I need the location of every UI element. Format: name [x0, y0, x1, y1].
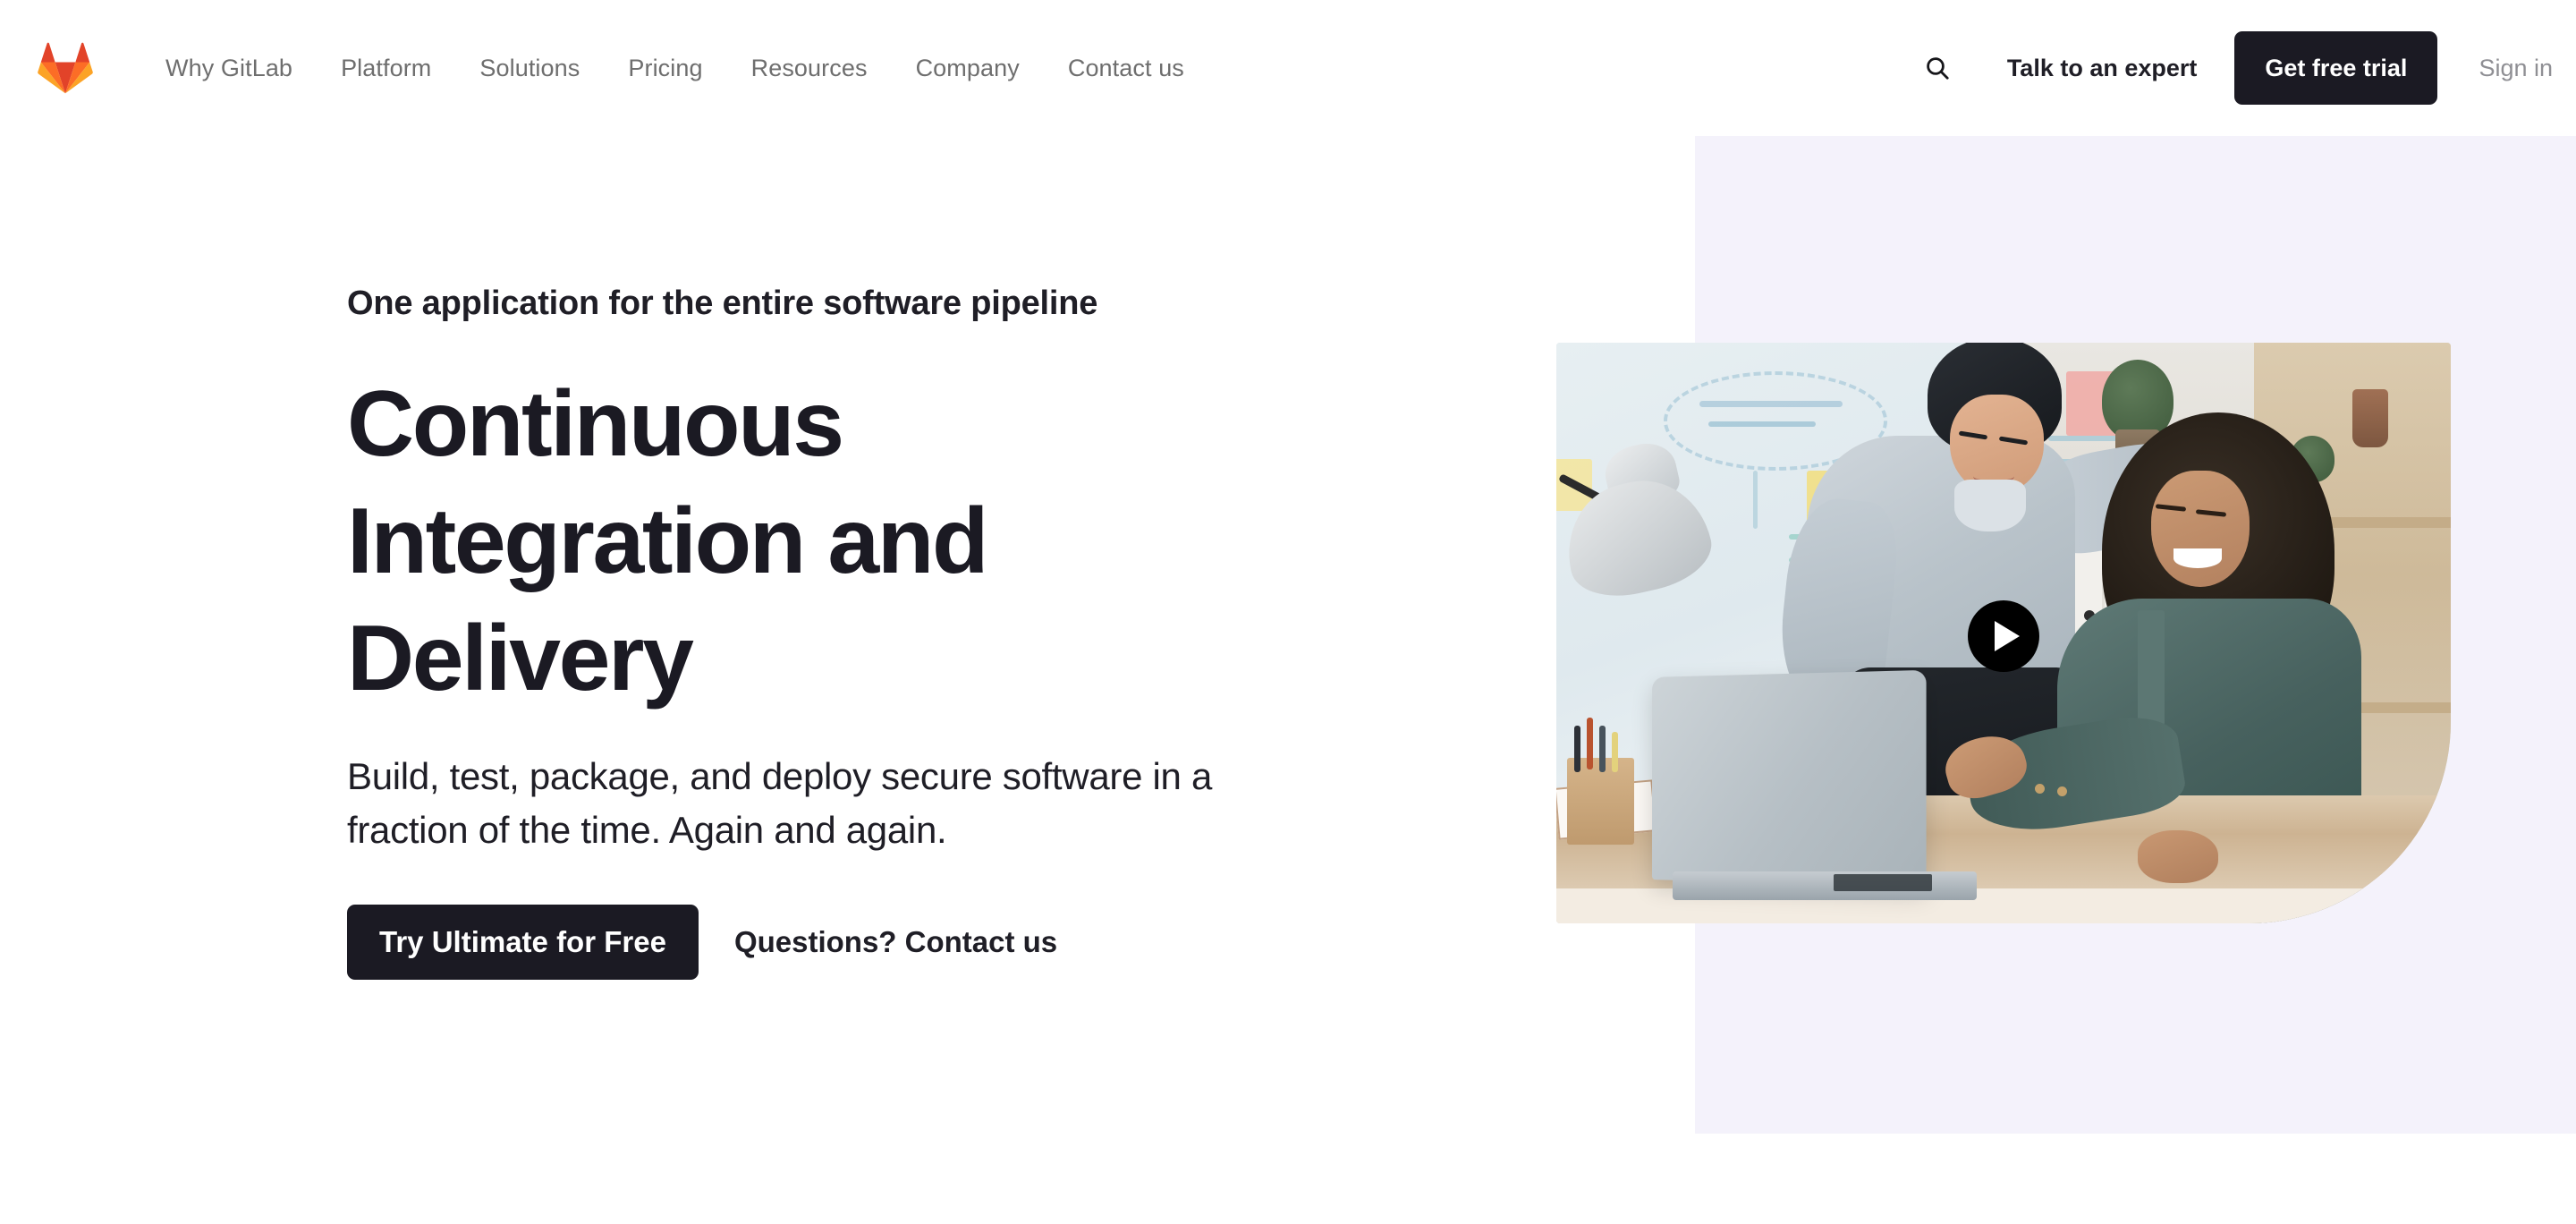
play-icon	[1994, 621, 2020, 651]
play-button[interactable]	[1968, 600, 2039, 672]
headline-line-1: Continuous	[347, 372, 844, 476]
hero-eyebrow: One application for the entire software …	[347, 285, 1098, 322]
woman-blouse-placket	[2138, 609, 2165, 727]
talk-to-expert-link[interactable]: Talk to an expert	[2007, 55, 2198, 82]
nav-link-pricing[interactable]: Pricing	[610, 55, 720, 82]
search-button[interactable]	[1911, 41, 1964, 95]
pen	[1599, 726, 1606, 773]
nav-actions: Talk to an expert Get free trial Sign in	[1911, 31, 2576, 105]
get-free-trial-button[interactable]: Get free trial	[2234, 31, 2438, 105]
whiteboard-scribble	[1753, 470, 1758, 529]
diffuser-bottle	[2352, 388, 2388, 447]
man-collar	[1954, 479, 2026, 531]
gitlab-logo-icon[interactable]	[38, 40, 93, 96]
nav-links: Why GitLab Platform Solutions Pricing Re…	[141, 55, 1208, 82]
whiteboard-scribble	[1699, 400, 1843, 407]
woman-resting-hand	[2138, 830, 2218, 883]
whiteboard-scribble	[1708, 421, 1816, 427]
hero-cta-row: Try Ultimate for Free Questions? Contact…	[347, 905, 1528, 981]
hero-headline: Continuous Integration and Delivery	[347, 366, 1528, 718]
hero-video-thumbnail[interactable]	[1556, 343, 2451, 923]
hero-content: One application for the entire software …	[347, 285, 1528, 981]
nav-link-resources[interactable]: Resources	[733, 55, 886, 82]
nav-link-solutions[interactable]: Solutions	[462, 55, 597, 82]
nav-link-platform[interactable]: Platform	[323, 55, 449, 82]
hero-subheading: Build, test, package, and deploy secure …	[347, 750, 1250, 856]
headline-line-2: Integration and	[347, 489, 989, 594]
nav-link-why-gitlab[interactable]: Why GitLab	[148, 55, 310, 82]
gitlab-ci-cd-landing-page: Why GitLab Platform Solutions Pricing Re…	[0, 0, 2576, 1224]
nav-link-company[interactable]: Company	[898, 55, 1038, 82]
main-navigation: Why GitLab Platform Solutions Pricing Re…	[0, 0, 2576, 136]
questions-contact-us-link[interactable]: Questions? Contact us	[734, 925, 1057, 959]
pen	[1587, 717, 1593, 769]
pen	[1612, 731, 1618, 773]
woman-face	[2151, 470, 2250, 587]
sign-in-link[interactable]: Sign in	[2479, 55, 2553, 82]
laptop-lid	[1652, 669, 1927, 887]
headline-line-3: Delivery	[347, 607, 694, 711]
laptop-keyboard	[1834, 873, 1932, 892]
nav-link-contact-us[interactable]: Contact us	[1050, 55, 1202, 82]
pen	[1574, 726, 1580, 773]
subhead-line-1: Build, test, package, and deploy secure …	[347, 755, 1182, 798]
try-ultimate-free-button[interactable]: Try Ultimate for Free	[347, 905, 699, 981]
search-icon	[1927, 57, 1949, 80]
